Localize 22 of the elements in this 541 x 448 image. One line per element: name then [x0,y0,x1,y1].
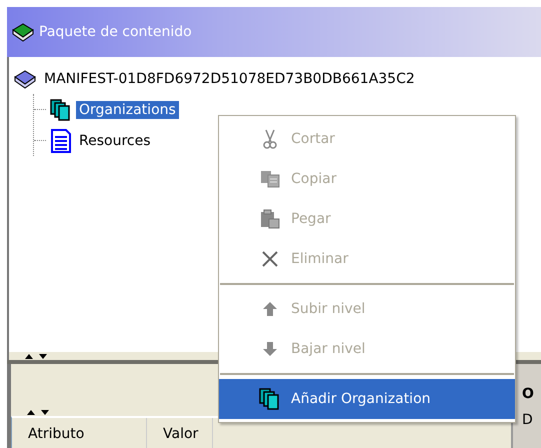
column-header[interactable]: Atributo [12,418,147,448]
tree-item[interactable]: MANIFEST-01D8FD6972D51078ED73B0DB661A35C2 [41,70,418,88]
clipboard-icon [260,209,280,229]
document-icon [50,128,72,152]
book-icon [13,68,37,88]
splitter-arrows-icon [23,352,49,360]
menu-item[interactable]: Añadir Organization [219,379,515,419]
column-header[interactable]: Valor [147,418,214,448]
stacked-pages-icon [50,98,72,120]
stacked-pages-icon [259,388,281,410]
up-arrow-icon [262,301,278,317]
scissors-icon [262,129,278,149]
copy-icon [260,170,280,188]
book-icon [11,22,35,42]
tree-item[interactable]: Resources [76,132,154,150]
delete-icon [261,250,279,268]
tree-item[interactable]: Organizations [76,100,179,118]
window-title: Paquete de contenido [39,24,192,40]
splitter-arrows-icon [25,408,51,416]
side-text: D [522,412,534,428]
down-arrow-icon [262,341,278,357]
side-heading: O [522,386,535,402]
